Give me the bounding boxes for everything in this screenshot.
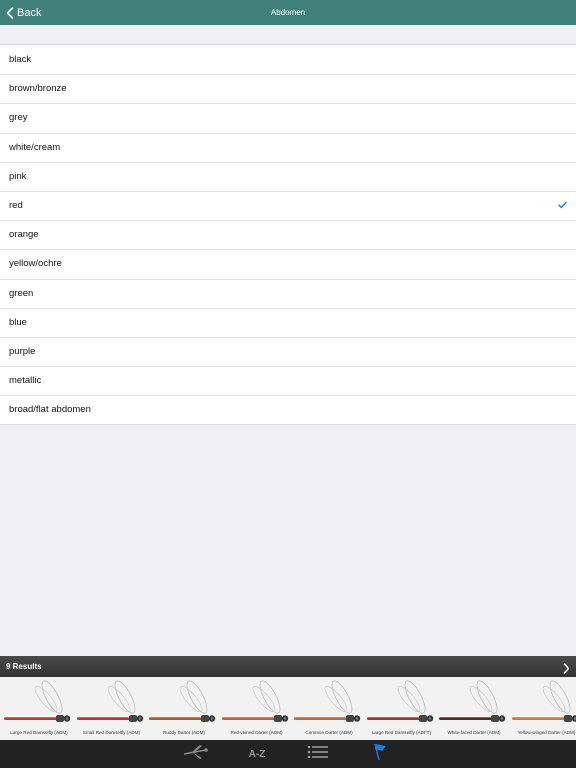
- dragonfly-image: [76, 680, 143, 722]
- option-row[interactable]: yellow/ochre: [0, 249, 576, 278]
- checkmark-icon: [558, 200, 567, 211]
- option-label: orange: [9, 229, 39, 241]
- chevron-left-icon: [6, 6, 14, 19]
- option-row[interactable]: green: [0, 278, 576, 308]
- result-thumbnail[interactable]: Large Red Damselfly (ADM): [2, 677, 76, 740]
- option-row[interactable]: black: [0, 45, 576, 74]
- option-label: white/cream: [9, 141, 61, 153]
- option-label: broad/flat abdomen: [9, 404, 91, 416]
- result-thumbnail[interactable]: Ruddy Darter (ADM): [147, 677, 221, 740]
- option-row[interactable]: metallic: [0, 366, 576, 395]
- result-name: Small Red Damselfly (ADM): [82, 730, 141, 735]
- option-list: black brown/bronze grey white/cream pink red o…: [0, 44, 576, 426]
- tab-bar: A-Z: [0, 740, 576, 768]
- option-row[interactable]: white/cream: [0, 132, 576, 162]
- tab-identify[interactable]: [176, 740, 216, 768]
- option-row[interactable]: blue: [0, 307, 576, 337]
- dragonfly-image: [4, 680, 71, 722]
- back-label: Back: [17, 6, 42, 19]
- dragonfly-icon: [182, 744, 210, 765]
- flag-icon: [373, 743, 387, 766]
- page-title: Abdomen: [270, 8, 306, 17]
- option-row[interactable]: purple: [0, 336, 576, 366]
- dragonfly-image: [221, 680, 288, 722]
- dragonfly-image: [294, 680, 361, 722]
- option-row[interactable]: orange: [0, 220, 576, 249]
- option-row[interactable]: pink: [0, 161, 576, 191]
- result-thumbnail[interactable]: Yellow-winged Darter (ADM): [510, 677, 576, 740]
- dragonfly-image: [439, 680, 506, 722]
- option-row[interactable]: grey: [0, 103, 576, 132]
- option-row[interactable]: broad/flat abdomen: [0, 395, 576, 424]
- list-icon: [307, 745, 329, 764]
- option-label: blue: [9, 316, 27, 328]
- result-name: White-faced Darter (ADM): [447, 730, 501, 735]
- option-label: purple: [9, 345, 36, 357]
- option-label: yellow/ochre: [9, 258, 62, 270]
- result-name: Red-veined Darter (ADM): [230, 730, 283, 735]
- tab-list[interactable]: [298, 740, 338, 768]
- dragonfly-image: [511, 680, 576, 722]
- result-thumbnail[interactable]: Small Red Damselfly (ADM): [75, 677, 149, 740]
- dragonfly-image: [149, 680, 216, 722]
- dragonfly-image: [366, 680, 433, 722]
- option-label: black: [9, 54, 32, 66]
- option-label: metallic: [9, 375, 42, 387]
- option-label: red: [9, 200, 23, 212]
- result-name: Common Darter (ADM): [305, 730, 353, 735]
- result-name: Large Red Damselfly (ADM): [10, 730, 68, 735]
- result-name: Ruddy Darter (ADM): [163, 730, 205, 735]
- option-label: grey: [9, 112, 28, 124]
- result-thumbnail[interactable]: Common Darter (ADM): [292, 677, 366, 740]
- option-row[interactable]: red: [0, 190, 576, 220]
- results-strip: Large Red Damselfly (ADM) Small Red Damse…: [0, 677, 576, 740]
- results-bar[interactable]: 9 Results: [0, 656, 576, 677]
- result-name: Yellow-winged Darter (ADM): [517, 730, 576, 735]
- option-label: green: [9, 287, 34, 299]
- back-button[interactable]: Back: [6, 0, 41, 25]
- result-thumbnail[interactable]: Large Red Damselfly (ADFT): [365, 677, 439, 740]
- tab-a-z-label: A-Z: [248, 748, 266, 760]
- tab-filter[interactable]: [360, 740, 400, 768]
- option-label: brown/bronze: [9, 83, 67, 95]
- option-row[interactable]: brown/bronze: [0, 74, 576, 103]
- result-thumbnail[interactable]: Red-veined Darter (ADM): [220, 677, 294, 740]
- tab-a-z[interactable]: A-Z: [237, 740, 277, 768]
- option-label: pink: [9, 170, 27, 182]
- navigation-bar: Back Abdomen: [0, 0, 576, 25]
- result-thumbnail[interactable]: White-faced Darter (ADM): [437, 677, 511, 740]
- result-name: Large Red Damselfly (ADFT): [371, 730, 432, 735]
- results-count: 9 Results: [6, 662, 42, 671]
